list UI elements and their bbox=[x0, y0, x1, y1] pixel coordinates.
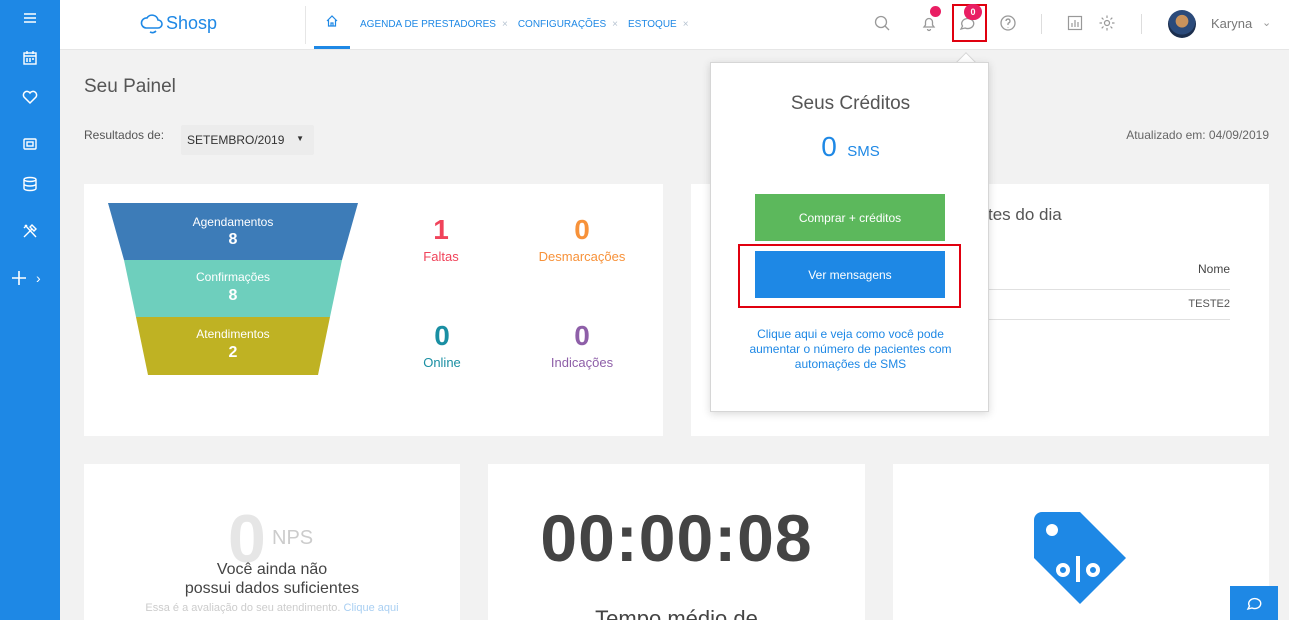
divider bbox=[1141, 14, 1142, 34]
funnel-value: 2 bbox=[228, 344, 238, 361]
table-row[interactable]: TESTE2 bbox=[988, 290, 1230, 320]
heart-icon[interactable] bbox=[0, 81, 60, 113]
patient-name: TESTE2 bbox=[1188, 298, 1230, 310]
funnel-value: 8 bbox=[228, 231, 238, 248]
home-icon bbox=[326, 15, 338, 27]
stat-faltas-label: Faltas bbox=[423, 249, 459, 264]
divider bbox=[1041, 14, 1042, 34]
tab-close-icon[interactable]: × bbox=[683, 19, 689, 30]
period-value: SETEMBRO/2019 bbox=[187, 133, 285, 147]
tab-configuracoes[interactable]: CONFIGURAÇÕES × bbox=[518, 19, 618, 30]
funnel-label: Agendamentos bbox=[192, 215, 274, 229]
gear-icon[interactable] bbox=[1096, 12, 1118, 34]
user-name[interactable]: Karyna bbox=[1211, 16, 1252, 31]
average-time: 00:00:08 bbox=[540, 501, 813, 575]
nps-message: possui dados suficientes bbox=[184, 580, 360, 597]
nps-label: NPS bbox=[272, 527, 314, 549]
sms-credits-unit: SMS bbox=[847, 143, 880, 160]
reports-icon[interactable] bbox=[1064, 12, 1086, 34]
credits-popover: Seus Créditos 0 SMS Comprar + créditos V… bbox=[710, 62, 989, 412]
menu-icon[interactable] bbox=[0, 2, 60, 34]
funnel-value: 8 bbox=[228, 287, 238, 304]
funnel-chart: Agendamentos 8 Confirmações 8 Atendiment… bbox=[108, 203, 358, 375]
updated-date: Atualizado em: 04/09/2019 bbox=[1126, 128, 1269, 142]
stat-desmarcacoes-label: Desmarcações bbox=[538, 249, 626, 264]
tab-bar: AGENDA DE PRESTADORES × CONFIGURAÇÕES × … bbox=[360, 19, 689, 30]
nps-note-link[interactable]: Clique aqui bbox=[344, 602, 399, 614]
nps-note-text: Essa é a avaliação do seu atendimento. bbox=[145, 602, 341, 614]
funnel-label: Confirmações bbox=[195, 270, 271, 284]
table-header: Nome bbox=[988, 250, 1230, 290]
column-header-nome[interactable]: Nome bbox=[1198, 262, 1230, 276]
view-messages-button[interactable]: Ver mensagens bbox=[755, 251, 945, 298]
help-icon[interactable] bbox=[997, 12, 1019, 34]
sms-credits: 0 SMS bbox=[711, 131, 990, 163]
buy-credits-button[interactable]: Comprar + créditos bbox=[755, 194, 945, 241]
shosp-logo[interactable]: Shosp bbox=[140, 8, 217, 38]
nps-message: Você ainda não bbox=[216, 561, 328, 578]
period-select[interactable]: SETEMBRO/2019 ▼ bbox=[181, 125, 314, 155]
price-tag-icon bbox=[1034, 512, 1126, 604]
stat-online-label: Online bbox=[423, 355, 461, 370]
tab-close-icon[interactable]: × bbox=[502, 19, 508, 30]
database-icon[interactable] bbox=[0, 168, 60, 200]
avatar[interactable] bbox=[1168, 10, 1196, 38]
tab-close-icon[interactable]: × bbox=[612, 19, 618, 30]
patients-card-title: tes do dia bbox=[988, 205, 1062, 224]
tab-label: AGENDA DE PRESTADORES bbox=[360, 19, 496, 30]
tab-estoque[interactable]: ESTOQUE × bbox=[628, 19, 689, 30]
stat-indicacoes-label: Indicações bbox=[550, 355, 614, 370]
sms-automation-link[interactable]: Clique aqui e veja como você pode aument… bbox=[731, 327, 970, 372]
notification-dot bbox=[930, 6, 941, 17]
nps-note: Essa é a avaliação do seu atendimento. C… bbox=[84, 602, 460, 614]
plus-icon[interactable]: › bbox=[0, 262, 60, 294]
stat-online-value: 0 bbox=[434, 320, 450, 351]
results-label: Resultados de: bbox=[84, 128, 165, 142]
page-title: Seu Painel bbox=[84, 76, 176, 97]
tab-label: ESTOQUE bbox=[628, 19, 677, 30]
popover-title: Seus Créditos bbox=[790, 93, 911, 114]
tab-home[interactable] bbox=[314, 14, 350, 50]
chat-badge: 0 bbox=[964, 4, 982, 20]
chat-bubble-icon bbox=[1246, 597, 1262, 611]
chat-fab-button[interactable] bbox=[1230, 586, 1278, 620]
tools-icon[interactable] bbox=[0, 215, 60, 247]
expand-arrow-icon[interactable]: › bbox=[36, 270, 41, 286]
search-icon[interactable] bbox=[871, 12, 893, 34]
stat-indicacoes-value: 0 bbox=[574, 320, 590, 351]
top-bar: Shosp AGENDA DE PRESTADORES × CONFIGURAÇ… bbox=[60, 0, 1289, 50]
caret-down-icon: ▼ bbox=[296, 134, 304, 143]
stat-desmarcacoes-value: 0 bbox=[574, 214, 590, 245]
divider bbox=[305, 6, 306, 44]
cloud-logo-icon bbox=[140, 14, 163, 34]
chevron-down-icon[interactable]: ⌄ bbox=[1262, 16, 1271, 29]
average-time-label: Tempo médio de bbox=[595, 606, 758, 620]
left-sidebar: › bbox=[0, 0, 60, 620]
tab-agenda[interactable]: AGENDA DE PRESTADORES × bbox=[360, 19, 508, 30]
funnel-label: Atendimentos bbox=[196, 327, 270, 341]
active-tab-indicator bbox=[314, 46, 350, 49]
stat-faltas-value: 1 bbox=[433, 214, 449, 245]
money-icon[interactable] bbox=[0, 128, 60, 160]
logo-text: Shosp bbox=[166, 12, 218, 33]
sms-credits-value: 0 bbox=[821, 131, 837, 162]
tab-label: CONFIGURAÇÕES bbox=[517, 19, 607, 30]
calendar-icon[interactable] bbox=[0, 42, 60, 74]
